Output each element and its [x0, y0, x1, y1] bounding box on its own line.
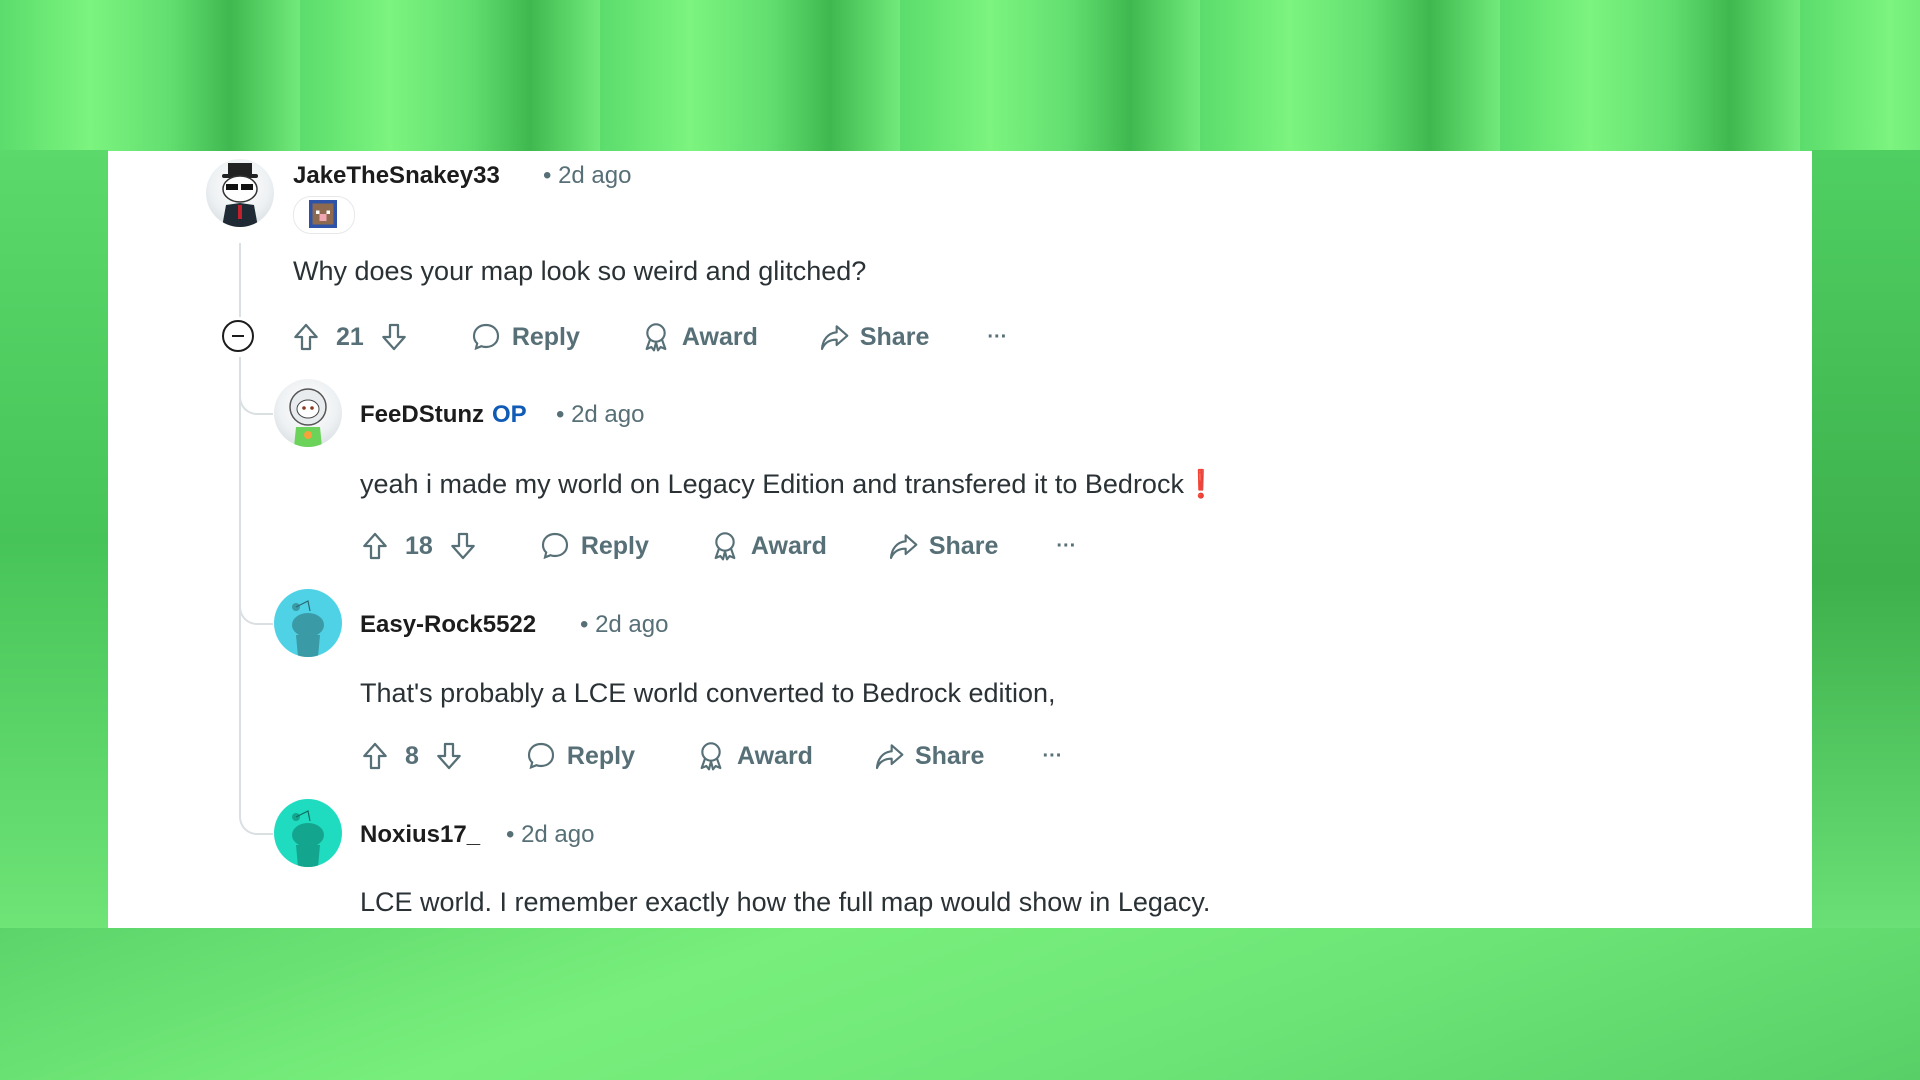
more-icon: ··· — [987, 325, 1008, 348]
award-button[interactable]: Award — [695, 740, 813, 772]
background-bottom — [0, 928, 1920, 1080]
downvote-icon[interactable] — [378, 321, 410, 353]
comment-thread-panel: JakeTheSnakey33 • 2d ago Why does your m… — [108, 151, 1812, 928]
comment-username[interactable]: Easy-Rock5522 — [360, 611, 536, 639]
comment-actions: 21 Reply Award Share ··· — [290, 317, 1007, 357]
share-label: Share — [928, 531, 999, 560]
comment-actions: 18 Reply Award Share ··· — [359, 526, 1076, 566]
downvote-icon[interactable] — [447, 530, 479, 562]
snoo-hat-sunglasses-icon — [222, 163, 258, 227]
award-label: Award — [737, 741, 813, 770]
share-icon — [820, 325, 849, 351]
share-button[interactable]: Share — [818, 321, 929, 353]
award-icon — [645, 323, 667, 352]
comment-username[interactable]: FeeDStunz OP — [360, 401, 527, 429]
comment-timestamp: • 2d ago — [556, 401, 645, 428]
share-icon — [875, 744, 904, 770]
comment-bubble-icon — [472, 323, 499, 351]
comment-bubble-icon — [541, 532, 568, 560]
more-icon: ··· — [1056, 534, 1077, 557]
downvote-icon[interactable] — [433, 740, 465, 772]
comment-actions: 8 Reply Award Share ··· — [359, 736, 1062, 776]
comment-body: yeah i made my world on Legacy Edition a… — [360, 468, 1218, 500]
comment-body: That's probably a LCE world converted to… — [360, 678, 1056, 708]
background-right — [1812, 150, 1920, 930]
reply-button[interactable]: Reply — [539, 530, 649, 562]
upvote-icon[interactable] — [359, 530, 391, 562]
comment-timestamp: • 2d ago — [506, 821, 595, 848]
award-label: Award — [681, 322, 758, 351]
snoo-astronaut-icon — [289, 388, 327, 447]
background-top — [0, 0, 1920, 160]
more-options-button[interactable]: ··· — [1056, 535, 1076, 558]
comment-bubble-icon — [527, 742, 554, 770]
thread-branch — [239, 413, 273, 625]
reply-button[interactable]: Reply — [470, 321, 580, 353]
background-left — [0, 150, 108, 930]
exclamation-emoji: ❗ — [1183, 469, 1218, 499]
vote-score: 8 — [405, 741, 419, 770]
comment-body: Why does your map look so weird and glit… — [293, 256, 867, 286]
comment-username[interactable]: JakeTheSnakey33 — [293, 162, 500, 190]
award-label: Award — [750, 531, 827, 560]
user-flair — [293, 196, 355, 234]
username-text[interactable]: FeeDStunz — [360, 401, 484, 428]
share-button[interactable]: Share — [873, 740, 984, 772]
avatar[interactable] — [274, 379, 342, 447]
upvote-icon[interactable] — [290, 321, 322, 353]
pixel-sheep-flair-icon — [309, 200, 337, 228]
reply-label: Reply — [580, 531, 649, 560]
thread-branch — [239, 357, 273, 415]
comment-timestamp: • 2d ago — [580, 611, 669, 638]
award-button[interactable]: Award — [640, 321, 758, 353]
comment-username[interactable]: Noxius17_ — [360, 821, 480, 849]
award-icon — [714, 532, 736, 561]
default-snoo-icon — [292, 810, 324, 867]
vote-score: 21 — [336, 322, 364, 351]
share-label: Share — [859, 322, 930, 351]
collapse-thread-button[interactable] — [222, 320, 254, 352]
reply-label: Reply — [511, 322, 580, 351]
thread-line — [239, 243, 241, 317]
op-badge: OP — [492, 401, 527, 428]
vote-score: 18 — [405, 531, 433, 560]
comment-body: LCE world. I remember exactly how the fu… — [360, 887, 1211, 917]
share-label: Share — [914, 741, 985, 770]
reply-label: Reply — [566, 741, 635, 770]
more-options-button[interactable]: ··· — [1042, 745, 1062, 768]
default-snoo-icon — [292, 600, 324, 657]
avatar[interactable] — [274, 799, 342, 867]
avatar[interactable] — [206, 159, 274, 227]
avatar[interactable] — [274, 589, 342, 657]
award-button[interactable]: Award — [709, 530, 827, 562]
share-icon — [889, 534, 918, 560]
comment-timestamp: • 2d ago — [543, 162, 632, 189]
minus-icon — [232, 335, 244, 337]
upvote-icon[interactable] — [359, 740, 391, 772]
share-button[interactable]: Share — [887, 530, 998, 562]
more-icon: ··· — [1042, 744, 1063, 767]
comment-body-text: yeah i made my world on Legacy Edition a… — [360, 469, 1184, 499]
reply-button[interactable]: Reply — [525, 740, 635, 772]
thread-branch — [239, 623, 273, 835]
more-options-button[interactable]: ··· — [987, 326, 1007, 349]
award-icon — [700, 742, 722, 771]
